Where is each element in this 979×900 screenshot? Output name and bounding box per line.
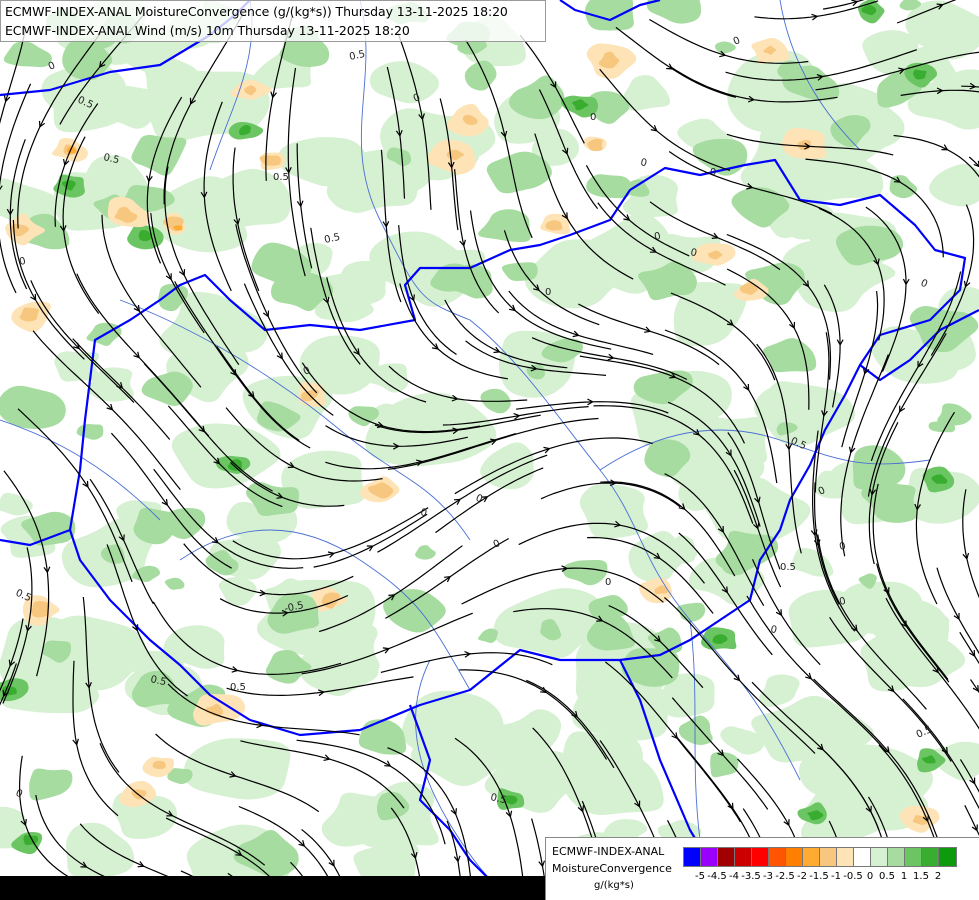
- legend-swatch: [854, 848, 871, 866]
- legend-title-model: ECMWF-INDEX-ANAL: [552, 845, 665, 858]
- legend-tick-label: 1: [900, 871, 908, 882]
- contour-label: 0: [545, 287, 551, 298]
- contour-label: 0: [605, 577, 611, 588]
- legend-swatch: [905, 848, 922, 866]
- legend-swatch: [837, 848, 854, 866]
- color-legend: ECMWF-INDEX-ANAL MoistureConvergence g/(…: [545, 837, 979, 900]
- legend-tick-labels: -5 -4.5 -4 -3.5 -3 -2.5 -2 -1.5 -1 -0.5 0 0.5 1 1.5 2: [683, 871, 973, 885]
- legend-tick-label: 2: [934, 871, 942, 882]
- legend-unit: g/(kg*s): [594, 880, 634, 891]
- legend-tick-label: -4.5: [707, 871, 727, 882]
- legend-tick-label: -3.5: [741, 871, 761, 882]
- map-title-box: ECMWF-INDEX-ANAL MoistureConvergence (g/…: [0, 0, 546, 42]
- contour-label: 0.5: [230, 682, 246, 693]
- legend-swatch: [769, 848, 786, 866]
- contour-label: 0: [710, 167, 716, 178]
- bottom-black-bar: [0, 876, 545, 900]
- legend-swatch: [820, 848, 837, 866]
- legend-swatch: [701, 848, 718, 866]
- convergence-patch: [788, 589, 871, 648]
- legend-swatch: [786, 848, 803, 866]
- legend-tick-label: -2: [797, 871, 807, 882]
- legend-swatch: [718, 848, 735, 866]
- title-moisture-convergence: ECMWF-INDEX-ANAL MoistureConvergence (g/…: [5, 4, 508, 19]
- divergence-patch-mid: [152, 760, 166, 770]
- legend-tick-label: -5: [695, 871, 705, 882]
- legend-tick-label: -4: [729, 871, 739, 882]
- legend-swatch: [871, 848, 888, 866]
- legend-swatch: [888, 848, 905, 866]
- legend-swatch: [752, 848, 769, 866]
- legend-tick-label: 0.5: [879, 871, 895, 882]
- legend-swatch: [735, 848, 752, 866]
- legend-tick-label: 1.5: [913, 871, 929, 882]
- contour-label: 0.5: [780, 562, 796, 573]
- legend-tick-label: 0: [866, 871, 874, 882]
- weather-map: 00.50.50.50.500.5000.5000.5000-0.50.50.5…: [0, 0, 979, 900]
- legend-tick-label: -0.5: [843, 871, 863, 882]
- divergence-patch-mid: [31, 600, 50, 618]
- legend-swatches: [683, 847, 957, 867]
- legend-tick-label: -1.5: [809, 871, 829, 882]
- legend-swatch: [803, 848, 820, 866]
- contour-label: 0.5: [273, 172, 289, 183]
- legend-tick-label: -2.5: [775, 871, 795, 882]
- contour-label: 0: [590, 112, 596, 123]
- title-wind: ECMWF-INDEX-ANAL Wind (m/s) 10m Thursday…: [5, 23, 410, 38]
- legend-tick-label: -3: [763, 871, 773, 882]
- legend-swatch: [684, 848, 701, 866]
- legend-tick-label: -1: [831, 871, 841, 882]
- legend-swatch: [939, 848, 956, 866]
- legend-swatch: [922, 848, 939, 866]
- legend-title-variable: MoistureConvergence: [552, 862, 672, 875]
